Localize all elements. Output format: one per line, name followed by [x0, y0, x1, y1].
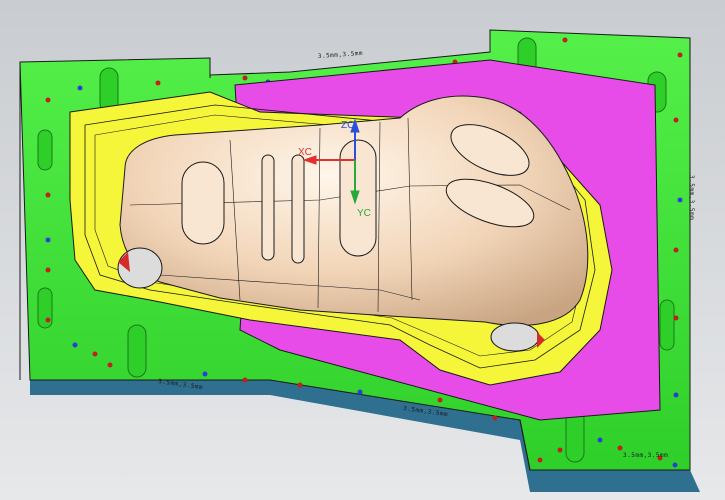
bolt-hole — [45, 192, 51, 198]
bolt-hole — [597, 437, 603, 443]
bolt-hole — [357, 389, 363, 395]
bolt-hole — [45, 267, 51, 273]
bolt-hole — [673, 315, 679, 321]
plate-mark-4: 3.5mm,3.5mm — [623, 452, 668, 459]
xc-label: XC — [298, 147, 312, 158]
bolt-hole — [562, 37, 568, 43]
bolt-hole — [72, 342, 78, 348]
yc-label: YC — [357, 208, 371, 219]
bolt-hole — [242, 377, 248, 383]
bolt-hole — [677, 197, 683, 203]
bolt-hole — [673, 392, 679, 398]
bolt-hole — [437, 397, 443, 403]
bolt-hole — [677, 52, 683, 58]
bolt-hole — [672, 462, 678, 468]
zc-label: ZC — [341, 120, 354, 131]
bolt-hole — [155, 80, 161, 86]
bolt-hole — [537, 457, 543, 463]
bolt-hole — [202, 371, 208, 377]
bolt-hole — [673, 117, 679, 123]
bolt-hole — [557, 447, 563, 453]
bolt-hole — [92, 351, 98, 357]
bolt-hole — [617, 445, 623, 451]
cad-3d-viewport[interactable]: 3.5mm,3.5mm 3.5mm,3.5mm 3.5mm,3.5mm 3.5m… — [0, 0, 725, 500]
bolt-hole — [77, 85, 83, 91]
bolt-hole — [492, 415, 498, 421]
bolt-hole — [673, 247, 679, 253]
bolt-hole — [297, 382, 303, 388]
bolt-hole — [242, 75, 248, 81]
bolt-hole — [45, 317, 51, 323]
bolt-hole — [45, 237, 51, 243]
bolt-hole — [107, 362, 113, 368]
plate-mark-5: 3.5mm,3.5mm — [688, 175, 695, 220]
bolt-hole — [45, 97, 51, 103]
model-canvas[interactable]: 3.5mm,3.5mm 3.5mm,3.5mm 3.5mm,3.5mm 3.5m… — [0, 0, 725, 500]
